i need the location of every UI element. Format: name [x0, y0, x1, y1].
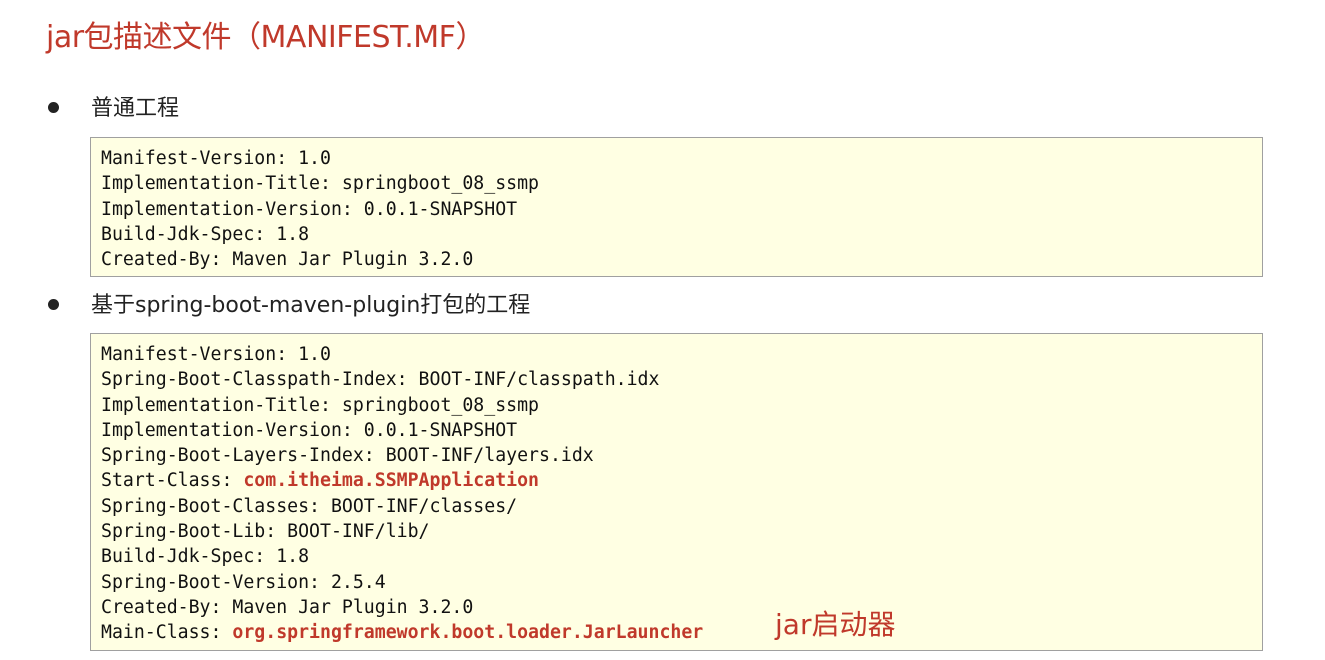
code-line: Main-Class: org.springframework.boot.loa… — [101, 620, 1252, 645]
code-line: Created-By: Maven Jar Plugin 3.2.0 — [101, 595, 1252, 620]
manifest-value: BOOT-INF/classes/ — [330, 495, 518, 517]
manifest-value: springboot_08_ssmp — [341, 394, 540, 416]
manifest-key: Spring-Boot-Classes: — [101, 495, 331, 517]
manifest-key: Implementation-Title: — [101, 173, 342, 195]
code-line: Implementation-Version: 0.0.1-SNAPSHOT — [101, 197, 1252, 222]
code-line: Spring-Boot-Version: 2.5.4 — [101, 570, 1252, 595]
manifest-code-block-normal: Manifest-Version: 1.0 Implementation-Tit… — [90, 137, 1263, 277]
code-line: Manifest-Version: 1.0 — [101, 342, 1252, 367]
bullet-dot-icon — [48, 298, 59, 310]
main-class-value: org.springframework.boot.loader.JarLaunc… — [232, 622, 704, 644]
manifest-key: Start-Class: — [101, 470, 244, 492]
code-line: Implementation-Title: springboot_08_ssmp — [101, 393, 1252, 418]
code-line: Spring-Boot-Classes: BOOT-INF/classes/ — [101, 494, 1252, 519]
code-line: Implementation-Version: 0.0.1-SNAPSHOT — [101, 418, 1252, 443]
manifest-value: springboot_08_ssmp — [341, 173, 540, 195]
code-line: Implementation-Title: springboot_08_ssmp — [101, 171, 1252, 196]
page-title: jar包描述文件（MANIFEST.MF） — [46, 20, 485, 55]
manifest-key: Manifest-Version: — [101, 148, 299, 169]
section-heading: 基于spring-boot-maven-plugin打包的工程 — [91, 293, 531, 318]
bullet-dot-icon — [48, 101, 59, 113]
code-line: Manifest-Version: 1.0 — [101, 146, 1252, 171]
manifest-value: 1.8 — [276, 546, 310, 568]
manifest-key: Created-By: — [101, 249, 233, 271]
code-line: Start-Class: com.itheima.SSMPApplication — [101, 468, 1252, 493]
jar-launcher-annotation: jar启动器 — [775, 608, 896, 641]
manifest-key: Implementation-Title: — [101, 394, 342, 416]
section-heading: 普通工程 — [91, 96, 180, 121]
manifest-key: Spring-Boot-Classpath-Index: — [101, 369, 419, 391]
manifest-value: Maven Jar Plugin 3.2.0 — [232, 596, 474, 618]
manifest-key: Build-Jdk-Spec: — [101, 546, 277, 568]
manifest-key: Created-By: — [101, 596, 233, 618]
manifest-code-block-spring-boot: Manifest-Version: 1.0 Spring-Boot-Classp… — [90, 333, 1263, 651]
manifest-key: Implementation-Version: — [101, 419, 364, 441]
manifest-value: BOOT-INF/lib/ — [287, 521, 430, 543]
manifest-value: 2.5.4 — [330, 571, 386, 593]
start-class-value: com.itheima.SSMPApplication — [243, 470, 540, 492]
manifest-value: BOOT-INF/classpath.idx — [418, 369, 660, 391]
manifest-key: Manifest-Version: — [101, 344, 299, 365]
code-line: Spring-Boot-Lib: BOOT-INF/lib/ — [101, 519, 1252, 544]
bullet-spring-boot-project: 基于spring-boot-maven-plugin打包的工程 — [48, 287, 530, 319]
manifest-value: Maven Jar Plugin 3.2.0 — [232, 249, 474, 271]
manifest-key: Main-Class: — [101, 622, 233, 644]
manifest-value: 1.0 — [298, 344, 331, 365]
manifest-value: 1.8 — [276, 223, 310, 245]
bullet-normal-project: 普通工程 — [48, 90, 179, 122]
manifest-key: Build-Jdk-Spec: — [101, 223, 277, 245]
manifest-key: Spring-Boot-Lib: — [101, 521, 288, 543]
manifest-key: Implementation-Version: — [101, 198, 364, 220]
manifest-value: BOOT-INF/layers.idx — [385, 445, 594, 467]
code-line: Build-Jdk-Spec: 1.8 — [101, 222, 1252, 247]
manifest-value: 0.0.1-SNAPSHOT — [363, 198, 518, 220]
code-line: Spring-Boot-Classpath-Index: BOOT-INF/cl… — [101, 367, 1252, 392]
code-line: Created-By: Maven Jar Plugin 3.2.0 — [101, 247, 1252, 272]
manifest-value: 0.0.1-SNAPSHOT — [363, 419, 518, 441]
code-line: Build-Jdk-Spec: 1.8 — [101, 544, 1252, 569]
code-line: Spring-Boot-Layers-Index: BOOT-INF/layer… — [101, 443, 1252, 468]
manifest-key: Spring-Boot-Version: — [101, 571, 331, 593]
manifest-key: Spring-Boot-Layers-Index: — [101, 445, 386, 467]
manifest-value: 1.0 — [298, 148, 331, 169]
